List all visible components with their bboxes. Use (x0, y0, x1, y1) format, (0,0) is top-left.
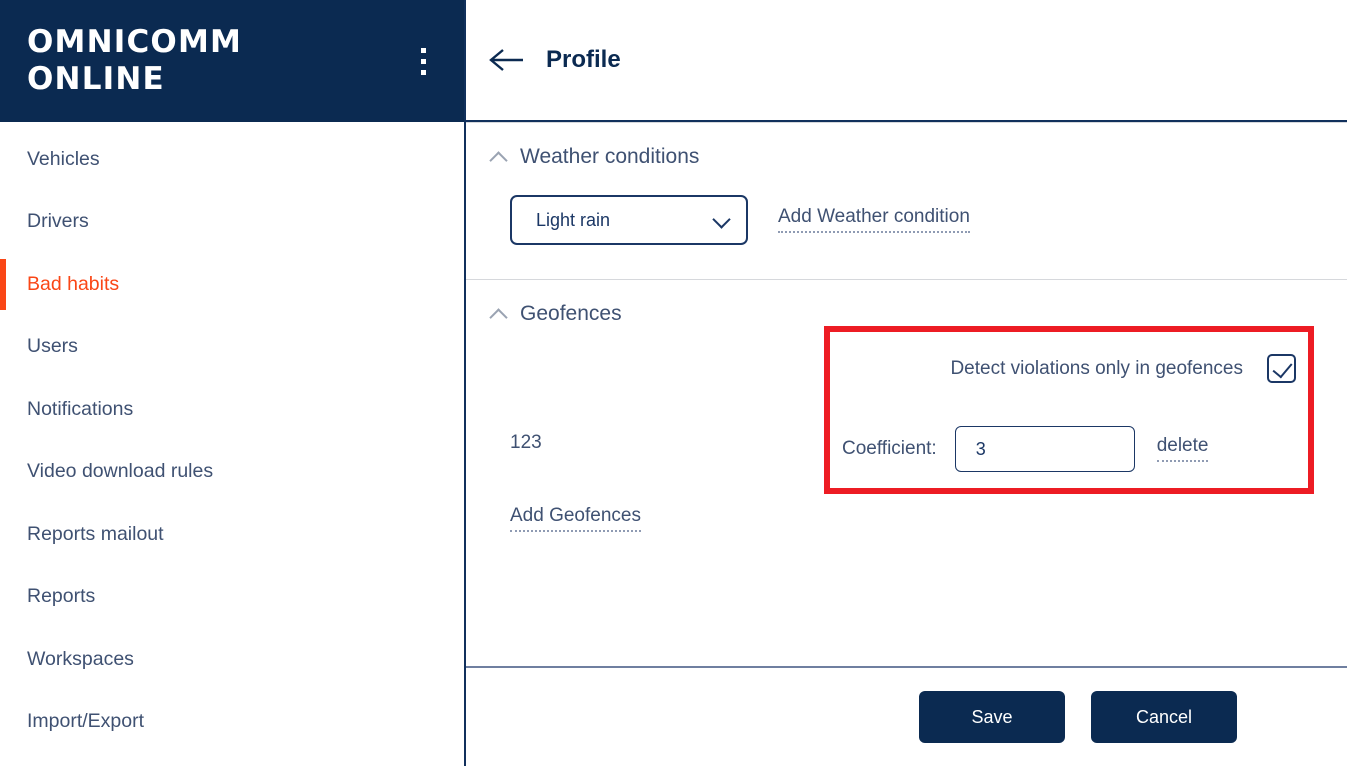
chevron-up-icon (490, 305, 508, 323)
detect-violations-label: Detect violations only in geofences (950, 357, 1243, 379)
sidebar-item-label: Notifications (27, 397, 134, 420)
app-root: OMNICOMM ONLINE Vehicles Drivers Bad hab… (0, 0, 1347, 766)
weather-conditions-section: Weather conditions Light rain Add Weathe… (466, 123, 1347, 279)
sidebar-item-reports-mailout[interactable]: Reports mailout (0, 503, 464, 566)
sidebar-item-video-download-rules[interactable]: Video download rules (0, 441, 464, 504)
chevron-up-icon (490, 148, 508, 166)
sidebar-item-label: Bad habits (27, 272, 120, 295)
sidebar-item-label: Workspaces (27, 647, 134, 670)
sidebar-item-label: Reports mailout (27, 522, 164, 545)
section-title: Geofences (520, 302, 622, 325)
coefficient-input[interactable] (954, 426, 1135, 472)
kebab-menu-icon[interactable] (410, 39, 436, 83)
sidebar-item-label: Drivers (27, 210, 89, 233)
sidebar-item-notifications[interactable]: Notifications (0, 378, 464, 441)
section-title: Weather conditions (520, 145, 700, 168)
sidebar: OMNICOMM ONLINE Vehicles Drivers Bad hab… (0, 0, 466, 766)
weather-condition-selected-value: Light rain (536, 209, 611, 230)
delete-geofence-link[interactable]: delete (1156, 436, 1209, 462)
sidebar-item-users[interactable]: Users (0, 316, 464, 379)
geofences-header[interactable]: Geofences (490, 280, 1347, 326)
sidebar-item-label: Import/Export (27, 710, 145, 733)
cancel-button[interactable]: Cancel (1091, 691, 1237, 743)
sidebar-item-workspaces[interactable]: Workspaces (0, 628, 464, 691)
weather-condition-select[interactable]: Light rain (510, 195, 748, 245)
sidebar-item-label: Vehicles (27, 147, 100, 170)
sidebar-item-label: Users (27, 335, 78, 358)
chevron-down-icon (712, 211, 730, 229)
coefficient-row: Coefficient: delete (842, 426, 1209, 472)
geofence-name: 123 (510, 432, 542, 453)
sidebar-item-label: Reports (27, 585, 96, 608)
geofences-section: Geofences Detect violations only in geof… (466, 280, 1347, 594)
brand-header: OMNICOMM ONLINE (0, 0, 464, 122)
add-geofences-link[interactable]: Add Geofences (510, 506, 641, 532)
page-title: Profile (546, 46, 621, 73)
sidebar-nav: Vehicles Drivers Bad habits Users Notifi… (0, 122, 464, 766)
sidebar-item-label: Video download rules (27, 460, 214, 483)
weather-conditions-body: Light rain Add Weather condition (490, 195, 1347, 279)
detect-violations-row: Detect violations only in geofences (842, 354, 1302, 383)
kebab-dot (420, 69, 426, 75)
sidebar-item-reports[interactable]: Reports (0, 566, 464, 629)
weather-conditions-header[interactable]: Weather conditions (490, 123, 1347, 169)
save-button[interactable]: Save (919, 691, 1065, 743)
detect-violations-checkbox[interactable] (1267, 354, 1296, 383)
page-header: Profile (466, 0, 1347, 122)
arrow-left-icon[interactable] (484, 40, 530, 80)
sidebar-item-drivers[interactable]: Drivers (0, 191, 464, 254)
sidebar-item-vehicles[interactable]: Vehicles (0, 128, 464, 191)
sidebar-item-bad-habits[interactable]: Bad habits (0, 253, 464, 316)
main-panel: Profile Weather conditions Light rain Ad (466, 0, 1347, 766)
app-logo: OMNICOMM ONLINE (27, 24, 243, 97)
coefficient-label: Coefficient: (842, 438, 937, 459)
kebab-dot (420, 47, 426, 53)
form-footer: Save Cancel (466, 666, 1347, 766)
profile-content: Weather conditions Light rain Add Weathe… (466, 122, 1347, 666)
sidebar-item-import-export[interactable]: Import/Export (0, 691, 464, 754)
geofences-body: Detect violations only in geofences 123 … (490, 326, 1347, 594)
weather-row: Light rain Add Weather condition (510, 195, 1347, 279)
kebab-dot (420, 58, 426, 64)
add-weather-condition-link[interactable]: Add Weather condition (778, 207, 970, 233)
